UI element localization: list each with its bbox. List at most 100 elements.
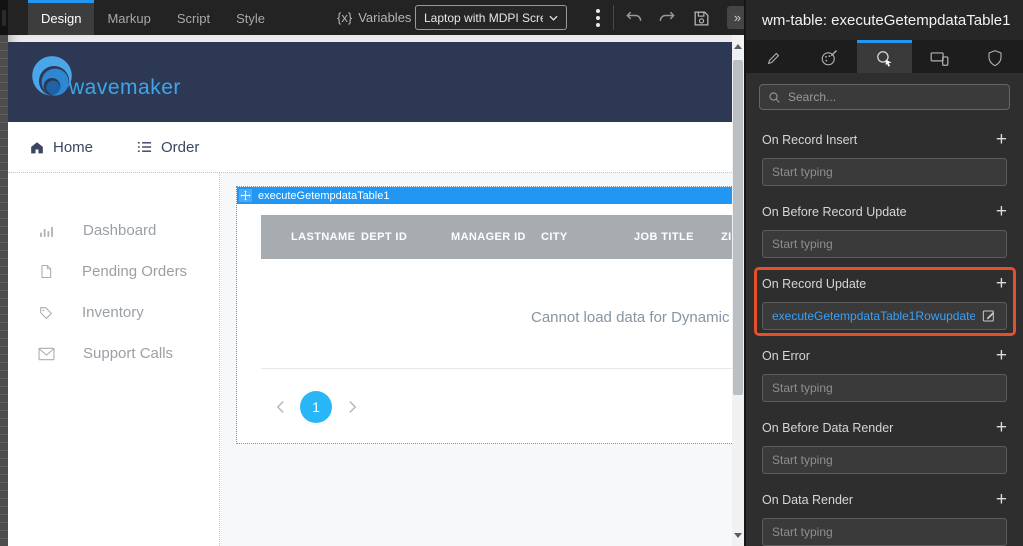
table-widget-executeGetempdataTable1[interactable]: executeGetempdataTable1 LASTNAME DEPT ID… <box>236 186 732 444</box>
tab-styles[interactable] <box>801 40 856 73</box>
undo-icon <box>624 8 644 28</box>
scroll-up-arrow[interactable] <box>732 39 744 53</box>
event-input[interactable]: Start typing <box>762 230 1007 258</box>
table-column-header[interactable]: LASTNAME <box>291 231 361 243</box>
sidebar-item-pending-orders[interactable]: Pending Orders <box>8 251 219 292</box>
search-icon <box>768 91 781 104</box>
event-group: On Record Update executeGetempdataTable1… <box>762 274 1007 330</box>
event-group: On Error Start typing <box>762 346 1007 402</box>
logo-text: wavemaker <box>69 76 181 100</box>
nav-item-order[interactable]: Order <box>137 139 199 156</box>
toolbar-divider <box>613 5 614 30</box>
scroll-down-arrow[interactable] <box>732 528 744 542</box>
app-body: Dashboard Pending Orders Inventory Suppo… <box>8 172 732 546</box>
move-icon <box>240 190 251 201</box>
event-input[interactable]: Start typing <box>762 518 1007 546</box>
event-group: On Before Record Update Start typing <box>762 202 1007 258</box>
event-input[interactable]: Start typing <box>762 158 1007 186</box>
tab-security[interactable] <box>968 40 1023 73</box>
nav-label: Home <box>53 139 93 156</box>
sidebar-item-label: Dashboard <box>83 222 156 239</box>
variables-label: Variables <box>358 10 411 25</box>
variables-menu[interactable]: {x} Variables <box>337 0 426 35</box>
search-input[interactable] <box>788 90 1001 104</box>
chevron-right-icon <box>347 399 358 415</box>
move-handle[interactable] <box>239 189 252 202</box>
event-label: On Record Update <box>762 277 866 291</box>
add-event-icon[interactable] <box>996 421 1007 435</box>
mode-tab[interactable]: Markup <box>94 0 163 35</box>
tag-icon <box>38 305 54 321</box>
event-label: On Data Render <box>762 493 853 507</box>
event-input-placeholder: Start typing <box>772 453 997 467</box>
table-column-header[interactable]: ZIP <box>721 231 732 243</box>
add-event-icon[interactable] <box>996 493 1007 507</box>
sidebar-item-inventory[interactable]: Inventory <box>8 292 219 333</box>
save-icon <box>692 9 711 28</box>
event-input[interactable]: executeGetempdataTable1Rowupdate <box>762 302 1007 330</box>
scrollbar-thumb[interactable] <box>733 60 743 395</box>
mail-icon <box>38 347 55 361</box>
table-column-header[interactable]: DEPT ID <box>361 231 451 243</box>
event-group: On Data Render Start typing <box>762 490 1007 546</box>
redo-icon <box>657 8 677 28</box>
properties-panel: wm-table: executeGetempdataTable1 On Rec… <box>744 0 1023 546</box>
add-event-icon[interactable] <box>996 133 1007 147</box>
tab-properties[interactable] <box>746 40 801 73</box>
tab-events[interactable] <box>857 40 912 73</box>
design-canvas: wavemaker Home Order Dashboard Pending O… <box>8 35 732 546</box>
palette-icon <box>820 49 838 67</box>
undo-button[interactable] <box>622 6 646 30</box>
nav-item-home[interactable]: Home <box>30 139 93 156</box>
table-column-header[interactable]: MANAGER ID <box>451 231 541 243</box>
sidebar-item-dashboard[interactable]: Dashboard <box>8 210 219 251</box>
tab-devices[interactable] <box>912 40 967 73</box>
mode-tab[interactable]: Script <box>164 0 223 35</box>
event-input[interactable]: Start typing <box>762 446 1007 474</box>
next-page-button[interactable] <box>345 391 359 423</box>
table-column-header[interactable]: CITY <box>541 231 634 243</box>
widget-selection-bar[interactable]: executeGetempdataTable1 <box>237 187 732 204</box>
variables-icon: {x} <box>337 10 352 25</box>
devices-icon <box>930 50 949 67</box>
device-selector-value: Laptop with MDPI Screen <box>424 11 543 25</box>
sidebar-item-support-calls[interactable]: Support Calls <box>8 333 219 374</box>
pagination: 1 <box>273 391 359 423</box>
current-page-badge[interactable]: 1 <box>300 391 332 423</box>
event-label: On Before Data Render <box>762 421 893 435</box>
event-group: On Before Data Render Start typing <box>762 418 1007 474</box>
previous-page-button[interactable] <box>273 391 287 423</box>
redo-button[interactable] <box>655 6 679 30</box>
left-panel-collapsed-stub[interactable] <box>0 0 8 35</box>
more-options-icon[interactable] <box>591 7 605 29</box>
nav-label: Order <box>161 139 199 156</box>
chevron-down-icon <box>549 15 558 21</box>
event-input-placeholder: Start typing <box>772 525 997 539</box>
event-group: On Record Insert Start typing <box>762 130 1007 186</box>
events-list: On Record Insert Start typing On Before … <box>746 110 1023 546</box>
canvas-scrollbar[interactable] <box>732 35 744 546</box>
file-icon <box>38 263 54 280</box>
save-button[interactable] <box>689 6 713 30</box>
panel-search[interactable] <box>759 84 1010 110</box>
sidebar-item-label: Pending Orders <box>82 263 187 280</box>
sidebar-item-label: Inventory <box>82 304 144 321</box>
add-event-icon[interactable] <box>996 349 1007 363</box>
sidebar-item-label: Support Calls <box>83 345 173 362</box>
table-column-header[interactable]: JOB TITLE <box>634 231 721 243</box>
mode-tab[interactable]: Style <box>223 0 278 35</box>
table-footer-divider <box>261 368 732 369</box>
mode-tab[interactable]: Design <box>28 0 94 35</box>
event-handler-link[interactable]: executeGetempdataTable1Rowupdate <box>772 309 975 323</box>
edit-icon[interactable] <box>981 308 997 324</box>
add-event-icon[interactable] <box>996 277 1007 291</box>
event-label: On Before Record Update <box>762 205 907 219</box>
device-selector[interactable]: Laptop with MDPI Screen <box>415 5 567 30</box>
list-icon <box>137 141 152 153</box>
home-icon <box>30 141 44 154</box>
events-cursor-icon <box>875 49 894 68</box>
bar-chart-icon <box>38 222 55 239</box>
add-event-icon[interactable] <box>996 205 1007 219</box>
event-input[interactable]: Start typing <box>762 374 1007 402</box>
event-input-placeholder: Start typing <box>772 237 997 251</box>
